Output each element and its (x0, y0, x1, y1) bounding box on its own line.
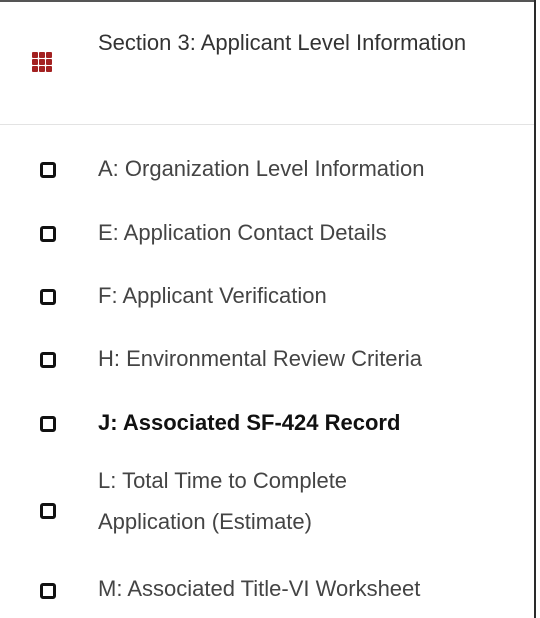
section-title: Section 3: Applicant Level Information (98, 30, 467, 55)
nav-item-environmental-review-criteria[interactable]: H: Environmental Review Criteria (0, 322, 534, 384)
nav-item-application-contact-details[interactable]: E: Application Contact Details (0, 198, 534, 260)
square-bullet-icon (40, 162, 56, 178)
grid-icon (32, 52, 53, 73)
section-divider (0, 124, 534, 125)
nav-item-total-time-to-complete[interactable]: L: Total Time to Complete Application (E… (0, 448, 534, 548)
nav-item-label: F: Applicant Verification (98, 283, 327, 308)
nav-item-label: E: Application Contact Details (98, 220, 387, 245)
square-bullet-icon (40, 352, 56, 368)
square-bullet-icon (40, 583, 56, 599)
section-navigation-panel: Section 3: Applicant Level Information A… (0, 0, 536, 618)
nav-item-applicant-verification[interactable]: F: Applicant Verification (0, 260, 534, 322)
square-bullet-icon (40, 503, 56, 519)
panel-right-border (534, 0, 536, 618)
nav-item-label: L: Total Time to Complete Application (E… (98, 468, 348, 534)
nav-item-label: H: Environmental Review Criteria (98, 346, 422, 371)
nav-item-organization-level-information[interactable]: A: Organization Level Information (0, 136, 534, 198)
nav-item-label: A: Organization Level Information (98, 156, 425, 181)
nav-item-label: M: Associated Title-VI Worksheet (98, 576, 421, 601)
nav-item-associated-title-vi-worksheet[interactable]: M: Associated Title-VI Worksheet (0, 548, 534, 610)
nav-item-label: J: Associated SF-424 Record (98, 410, 401, 435)
square-bullet-icon (40, 416, 56, 432)
square-bullet-icon (40, 226, 56, 242)
square-bullet-icon (40, 289, 56, 305)
nav-item-associated-sf-424-record[interactable]: J: Associated SF-424 Record (0, 384, 534, 446)
section-header[interactable]: Section 3: Applicant Level Information (0, 2, 534, 124)
